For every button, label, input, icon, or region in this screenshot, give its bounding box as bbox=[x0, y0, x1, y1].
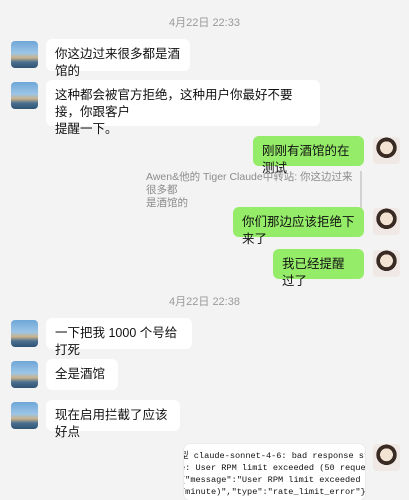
self-avatar[interactable] bbox=[373, 137, 400, 164]
message-bubble[interactable]: 我已经提醒过了 bbox=[273, 249, 364, 288]
contact-avatar[interactable] bbox=[11, 41, 38, 68]
timestamp: 4月22日 22:38 bbox=[169, 296, 240, 308]
contact-avatar[interactable] bbox=[11, 361, 38, 388]
self-avatar[interactable] bbox=[373, 444, 400, 471]
message-bubble[interactable]: 一下把我 1000 个号给打死 bbox=[46, 318, 192, 357]
error-screenshot-message[interactable]: 型 claude-sonnet-4-6: bad response status… bbox=[184, 444, 365, 500]
contact-avatar[interactable] bbox=[11, 320, 38, 347]
message-bubble[interactable]: 你们那边应该拒绝下来了 bbox=[233, 207, 364, 246]
message-bubble[interactable]: 现在启用拦截了应该好点 bbox=[46, 400, 180, 439]
quoted-message[interactable]: Awen&他的 Tiger Claude中转站: 你这边过来很多都 是酒馆的 bbox=[146, 171, 362, 210]
error-line: 型 claude-sonnet-4-6: bad response status… bbox=[184, 451, 365, 461]
message-bubble[interactable]: 全是酒馆 bbox=[46, 359, 118, 390]
chat-window: 4月22日 22:33 你这边过来很多都是酒馆的 这种都会被官方拒绝，这种用户你… bbox=[0, 0, 409, 500]
message-bubble[interactable]: 你这边过来很多都是酒馆的 bbox=[46, 39, 190, 78]
error-line: e: User RPM limit exceeded (50 requests/… bbox=[184, 463, 365, 473]
self-avatar[interactable] bbox=[373, 250, 400, 277]
message-line: 这种都会被官方拒绝，这种用户你最好不要接，你跟客户 bbox=[55, 88, 293, 119]
error-line: /minute)","type":"rate_limit_error"},"ty… bbox=[184, 487, 365, 497]
timestamp: 4月22日 22:33 bbox=[169, 17, 240, 29]
contact-avatar[interactable] bbox=[11, 82, 38, 109]
contact-avatar[interactable] bbox=[11, 402, 38, 429]
self-avatar[interactable] bbox=[373, 208, 400, 235]
error-line: {"message":"User RPM limit exceeded (50 bbox=[184, 475, 365, 485]
message-bubble[interactable]: 刚刚有酒馆的在测试 bbox=[253, 136, 364, 175]
error-text: 型 claude-sonnet-4-6: bad response status… bbox=[184, 450, 365, 498]
message-bubble[interactable]: 这种都会被官方拒绝，这种用户你最好不要接，你跟客户 提醒一下。 bbox=[46, 80, 320, 136]
quote-line: Awen&他的 Tiger Claude中转站: 你这边过来很多都 bbox=[146, 171, 353, 196]
